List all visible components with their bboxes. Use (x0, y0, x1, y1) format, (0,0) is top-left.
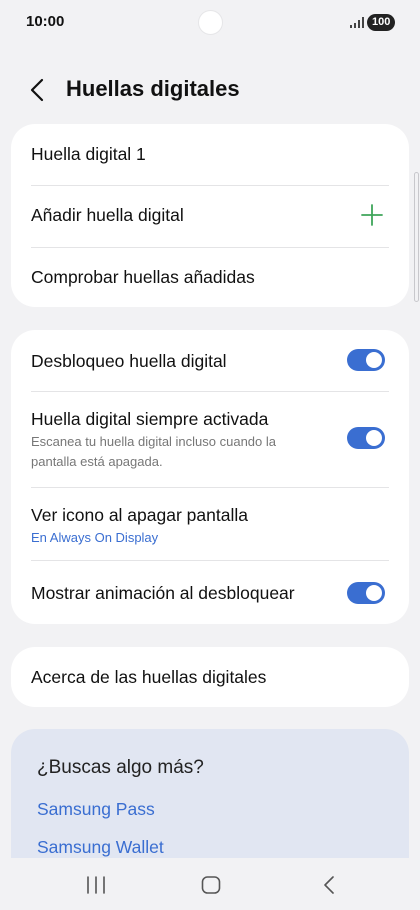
header: Huellas digitales (0, 66, 420, 112)
camera-cutout (198, 10, 223, 35)
add-fingerprint-item[interactable]: Añadir huella digital (11, 186, 409, 247)
fingerprint-unlock-toggle[interactable] (347, 349, 385, 371)
check-fingerprints-item[interactable]: Comprobar huellas añadidas (11, 248, 409, 307)
check-fingerprints-label: Comprobar huellas añadidas (31, 267, 255, 287)
about-fingerprints-label: Acerca de las huellas digitales (31, 667, 267, 687)
add-fingerprint-label: Añadir huella digital (31, 205, 184, 225)
plus-icon[interactable] (361, 204, 383, 226)
settings-card: Desbloqueo huella digital Huella digital… (11, 330, 409, 624)
always-on-fingerprint-toggle[interactable] (347, 427, 385, 449)
always-on-fingerprint-label: Huella digital siempre activada (31, 409, 269, 429)
battery-icon: 100 (367, 14, 396, 31)
always-on-fingerprint-item[interactable]: Huella digital siempre activada Escanea … (11, 392, 409, 487)
show-icon-screen-off-label: Ver icono al apagar pantalla (31, 505, 248, 525)
about-card[interactable]: Acerca de las huellas digitales (11, 647, 409, 707)
navigation-bar (0, 858, 420, 910)
show-icon-screen-off-item[interactable]: Ver icono al apagar pantalla En Always O… (11, 488, 409, 560)
scrollbar[interactable] (414, 172, 419, 302)
unlock-animation-toggle[interactable] (347, 582, 385, 604)
fingerprint-unlock-item[interactable]: Desbloqueo huella digital (11, 330, 409, 391)
suggestions-title: ¿Buscas algo más? (37, 757, 204, 778)
always-on-fingerprint-description: Escanea tu huella digital incluso cuando… (31, 434, 277, 469)
unlock-animation-item[interactable]: Mostrar animación al desbloquear (11, 561, 409, 624)
samsung-wallet-link[interactable]: Samsung Wallet (37, 837, 164, 858)
fingerprint-1-item[interactable]: Huella digital 1 (11, 124, 409, 185)
status-time: 10:00 (26, 13, 65, 30)
back-nav-icon[interactable] (318, 874, 342, 896)
suggestions-card: ¿Buscas algo más? Samsung Pass Samsung W… (11, 729, 409, 859)
recent-apps-icon[interactable] (84, 874, 108, 896)
samsung-pass-link[interactable]: Samsung Pass (37, 799, 155, 820)
show-icon-screen-off-value: En Always On Display (31, 530, 159, 545)
fingerprint-1-label: Huella digital 1 (31, 144, 146, 164)
fingerprints-card: Huella digital 1 Añadir huella digital C… (11, 124, 409, 307)
page-title: Huellas digitales (66, 76, 240, 101)
status-bar: 10:00 100 (0, 0, 420, 46)
fingerprint-unlock-label: Desbloqueo huella digital (31, 351, 227, 371)
unlock-animation-label: Mostrar animación al desbloquear (31, 583, 295, 603)
back-icon[interactable] (24, 76, 52, 104)
home-icon[interactable] (199, 874, 223, 896)
signal-icon (350, 17, 364, 28)
